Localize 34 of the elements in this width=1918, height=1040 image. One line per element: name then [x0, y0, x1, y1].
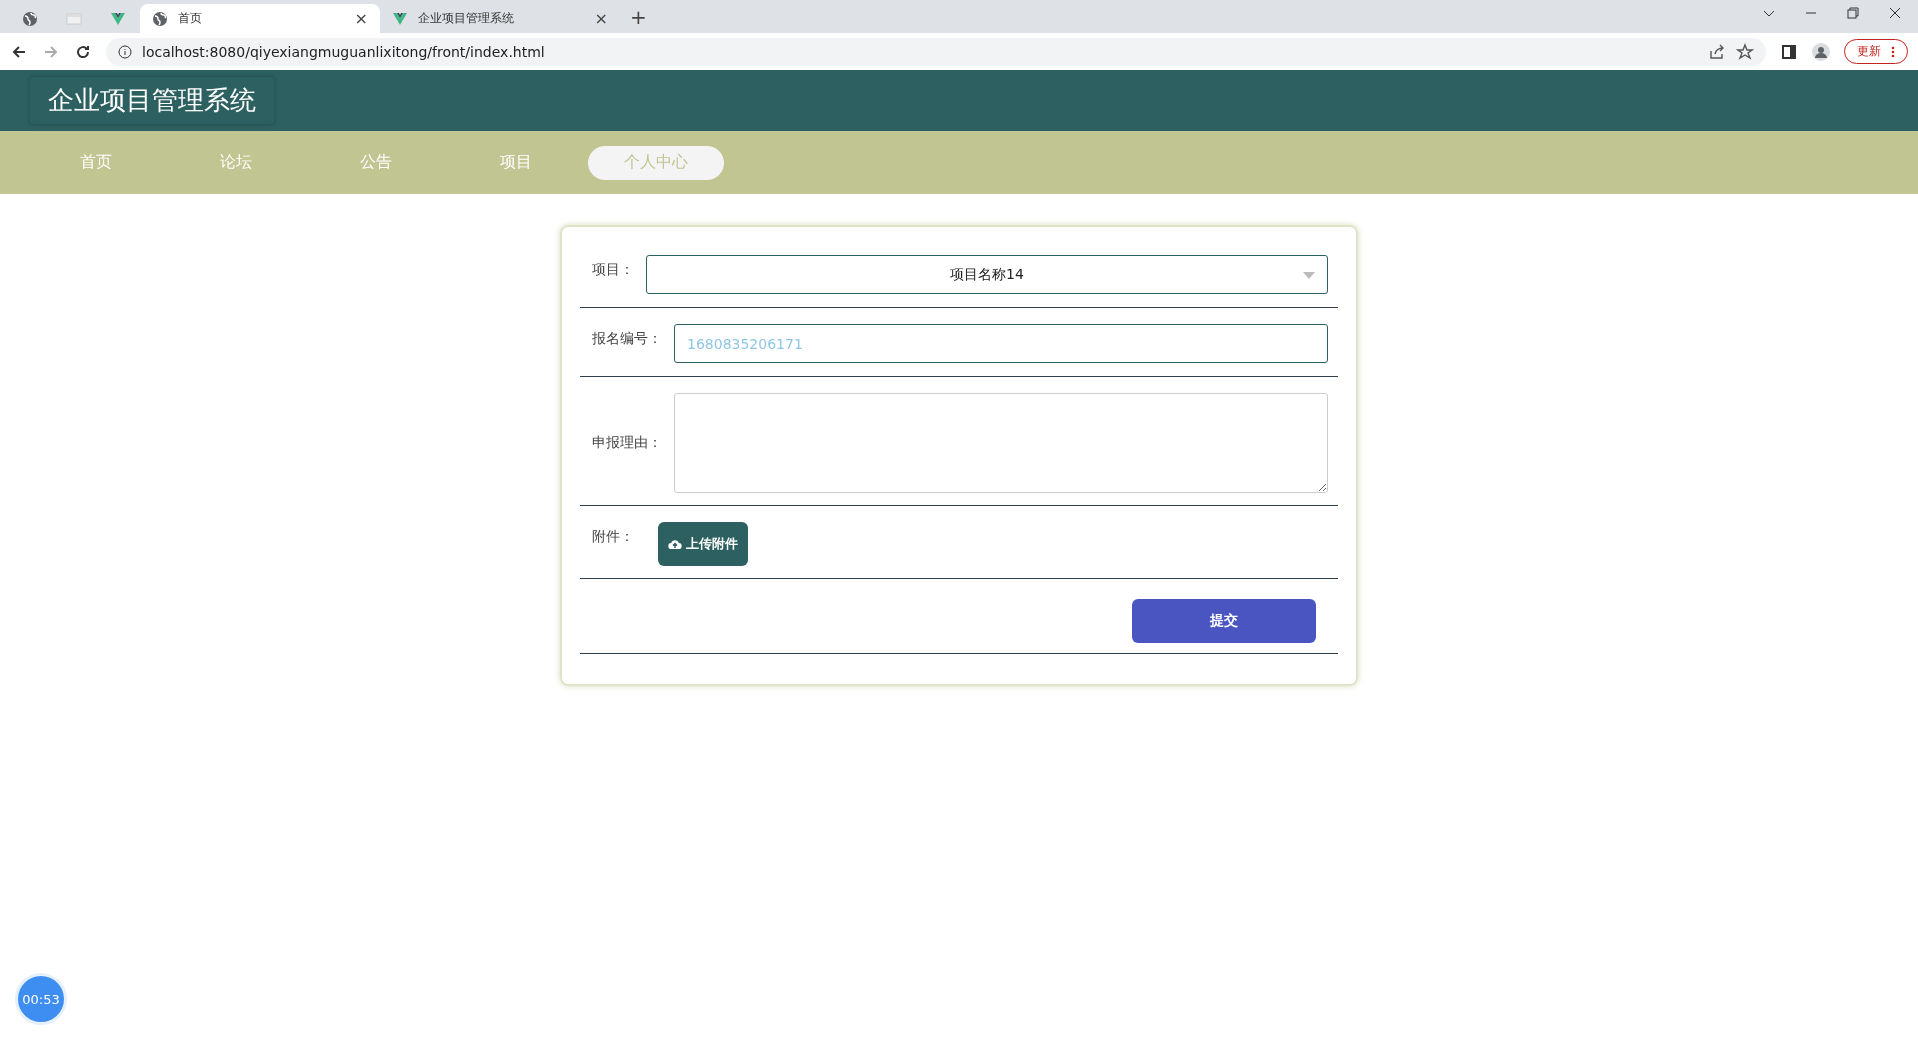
- upload-attachment-button[interactable]: 上传附件: [658, 522, 748, 566]
- tab-title: 首页: [178, 10, 203, 27]
- info-icon: [118, 44, 132, 59]
- close-tab-button[interactable]: ×: [594, 9, 608, 28]
- timer-badge[interactable]: 00:53: [15, 973, 67, 1025]
- site-title: 企业项目管理系统: [30, 77, 274, 124]
- globe-icon: [152, 10, 168, 27]
- side-panel-icon[interactable]: [1780, 42, 1798, 61]
- submit-button[interactable]: 提交: [1132, 599, 1316, 643]
- field-label: 申报理由：: [591, 433, 663, 452]
- field-label: 附件：: [591, 527, 635, 546]
- page-icon: [66, 10, 82, 27]
- tab-title: 企业项目管理系统: [418, 10, 515, 27]
- profile-icon[interactable]: [1812, 42, 1830, 61]
- field-label: 项目：: [591, 260, 635, 279]
- update-button[interactable]: 更新: [1844, 39, 1908, 64]
- restore-icon[interactable]: [1846, 5, 1860, 20]
- v-logo-icon: [392, 10, 408, 27]
- close-tab-button[interactable]: ×: [354, 9, 368, 28]
- star-icon[interactable]: [1736, 42, 1754, 61]
- project-select[interactable]: 项目名称14: [646, 255, 1328, 294]
- share-icon[interactable]: [1708, 42, 1726, 61]
- browser-tab[interactable]: 首页 ×: [140, 4, 380, 33]
- v-logo-icon: [110, 10, 126, 27]
- globe-icon: [22, 10, 38, 27]
- cloud-upload-icon: [668, 538, 682, 550]
- address-bar[interactable]: localhost:8080/qiyexiangmuguanlixitong/front/index.html: [106, 37, 1766, 66]
- close-icon[interactable]: [1888, 5, 1902, 20]
- new-tab-button[interactable]: +: [630, 5, 647, 29]
- browser-tab[interactable]: 企业项目管理系统 ×: [380, 4, 620, 33]
- more-menu-icon: [1891, 45, 1895, 58]
- url-text: localhost:8080/qiyexiangmuguanlixitong/front/index.html: [142, 43, 545, 60]
- field-label: 报名编号：: [591, 329, 663, 348]
- caret-icon: [1303, 272, 1315, 279]
